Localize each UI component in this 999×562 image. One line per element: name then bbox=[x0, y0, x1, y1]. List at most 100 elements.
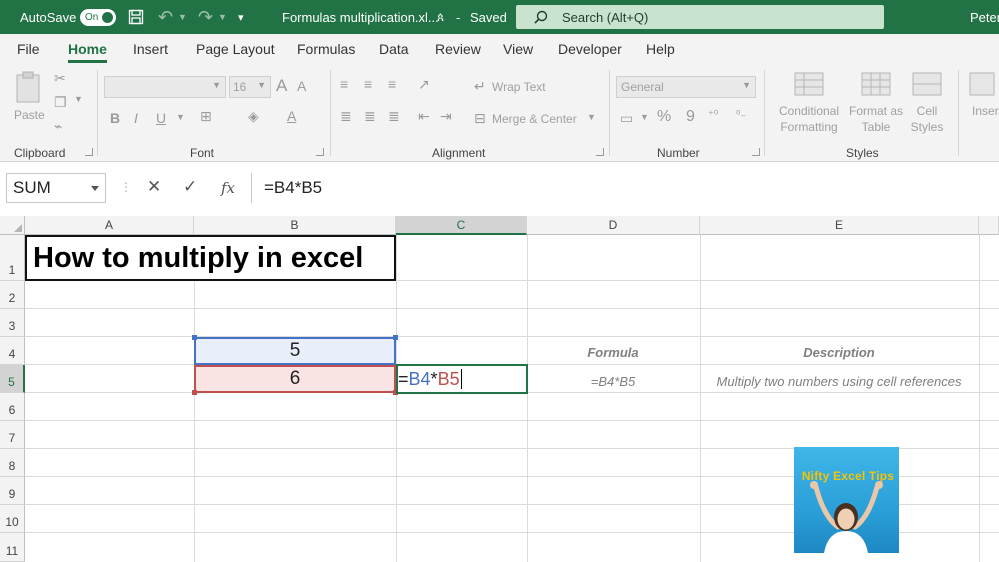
align-right-icon[interactable]: ≣ bbox=[388, 108, 400, 125]
b4-range-handle[interactable] bbox=[393, 335, 398, 340]
comma-style-button[interactable]: 9 bbox=[686, 108, 695, 126]
redo-dropdown-icon[interactable]: ▼ bbox=[218, 0, 227, 34]
autosave-toggle[interactable]: On bbox=[80, 0, 116, 34]
cell-d5-formula-text[interactable]: =B4*B5 bbox=[527, 374, 699, 389]
b5-range-handle[interactable] bbox=[192, 390, 197, 395]
align-bottom-icon[interactable]: ≡ bbox=[388, 76, 396, 92]
font-color-icon[interactable]: A bbox=[287, 108, 296, 124]
enter-icon[interactable]: ✓ bbox=[183, 177, 197, 197]
clipboard-launcher-icon[interactable] bbox=[85, 148, 93, 156]
column-header-e[interactable]: E bbox=[700, 216, 979, 235]
conditional-formatting-button[interactable]: Conditional Formatting bbox=[773, 72, 845, 142]
underline-button[interactable]: U bbox=[156, 110, 166, 126]
row-header-5[interactable]: 5 bbox=[0, 365, 25, 393]
column-header-f[interactable] bbox=[979, 216, 999, 235]
search-box[interactable]: Search (Alt+Q) bbox=[516, 5, 884, 29]
number-format-dropdown[interactable]: General ▼ bbox=[616, 76, 756, 98]
select-all-button[interactable] bbox=[0, 216, 25, 235]
formula-input[interactable]: =B4*B5 bbox=[251, 173, 999, 203]
cell-b4[interactable]: 5 bbox=[194, 337, 396, 365]
format-painter-icon[interactable]: ⌁ bbox=[54, 118, 62, 135]
column-header-b[interactable]: B bbox=[194, 216, 396, 235]
wrap-text-icon[interactable]: ↵ bbox=[474, 78, 486, 95]
merge-icon[interactable]: ⊟ bbox=[474, 110, 486, 127]
insert-cells-button[interactable]: Insert bbox=[966, 72, 999, 142]
tab-help[interactable]: Help bbox=[646, 41, 675, 57]
user-name[interactable]: Peter bbox=[970, 0, 999, 34]
fill-color-icon[interactable]: ◈ bbox=[248, 108, 259, 125]
row-header-2[interactable]: 2 bbox=[0, 281, 25, 309]
insert-function-icon[interactable]: fx bbox=[221, 179, 235, 197]
font-launcher-icon[interactable] bbox=[316, 148, 324, 156]
name-box-dropdown-icon[interactable] bbox=[91, 186, 99, 191]
copy-icon[interactable]: ❐ bbox=[54, 94, 67, 111]
percent-style-button[interactable]: % bbox=[657, 108, 671, 126]
cell-a1-title[interactable]: How to multiply in excel bbox=[25, 235, 396, 281]
accounting-dropdown-icon[interactable]: ▼ bbox=[640, 112, 649, 122]
alignment-launcher-icon[interactable] bbox=[596, 148, 604, 156]
tab-file[interactable]: File bbox=[17, 41, 40, 57]
tab-developer[interactable]: Developer bbox=[558, 41, 622, 57]
italic-button[interactable]: I bbox=[134, 110, 138, 126]
increase-decimal-icon[interactable]: ⁺⁰ bbox=[708, 108, 718, 121]
row-header-8[interactable]: 8 bbox=[0, 449, 25, 477]
formula-bar-grip-icon[interactable]: ⋮ bbox=[120, 180, 132, 194]
undo-dropdown-icon[interactable]: ▼ bbox=[178, 0, 187, 34]
align-top-icon[interactable]: ≡ bbox=[340, 76, 348, 92]
row-header-11[interactable]: 11 bbox=[0, 533, 25, 562]
number-launcher-icon[interactable] bbox=[752, 148, 760, 156]
save-icon[interactable] bbox=[128, 0, 144, 34]
cancel-icon[interactable]: ✕ bbox=[147, 177, 161, 197]
decrease-font-icon[interactable]: A bbox=[297, 78, 306, 94]
nifty-excel-tips-logo[interactable]: Nifty Excel Tips bbox=[794, 447, 899, 553]
cell-b5[interactable]: 6 bbox=[194, 365, 396, 393]
row-header-3[interactable]: 3 bbox=[0, 309, 25, 337]
document-title[interactable]: Formulas multiplication.xl... bbox=[282, 0, 439, 34]
cell-c5-editing[interactable]: = B4 * B5 bbox=[396, 364, 528, 394]
cell-d4-formula-header[interactable]: Formula bbox=[527, 345, 699, 360]
name-box[interactable]: SUM bbox=[6, 173, 106, 203]
redo-icon[interactable]: ↷ bbox=[198, 0, 213, 34]
row-header-4[interactable]: 4 bbox=[0, 337, 25, 365]
underline-dropdown-icon[interactable]: ▼ bbox=[176, 112, 185, 122]
align-left-icon[interactable]: ≣ bbox=[340, 108, 352, 125]
font-size-dropdown[interactable]: 16 ▼ bbox=[229, 76, 271, 98]
tab-data[interactable]: Data bbox=[379, 41, 409, 57]
undo-icon[interactable]: ↶ bbox=[158, 0, 173, 34]
orientation-icon[interactable]: ↗ bbox=[418, 76, 430, 93]
cell-e4-description-header[interactable]: Description bbox=[700, 345, 978, 360]
row-header-1[interactable]: 1 bbox=[0, 235, 25, 281]
bold-button[interactable]: B bbox=[110, 110, 120, 126]
column-header-c[interactable]: C bbox=[396, 216, 527, 235]
row-header-9[interactable]: 9 bbox=[0, 477, 25, 505]
increase-indent-icon[interactable]: ⇥ bbox=[440, 108, 452, 125]
column-header-d[interactable]: D bbox=[527, 216, 700, 235]
copy-dropdown-icon[interactable]: ▼ bbox=[74, 94, 83, 104]
tab-insert[interactable]: Insert bbox=[133, 41, 168, 57]
row-header-6[interactable]: 6 bbox=[0, 393, 25, 421]
customize-toolbar-icon[interactable]: ▾ bbox=[238, 0, 244, 34]
borders-icon[interactable]: ⊞ bbox=[200, 108, 212, 125]
tab-home[interactable]: Home bbox=[68, 41, 107, 63]
tab-view[interactable]: View bbox=[503, 41, 533, 57]
row-header-7[interactable]: 7 bbox=[0, 421, 25, 449]
align-middle-icon[interactable]: ≡ bbox=[364, 76, 372, 92]
wrap-text-button[interactable]: Wrap Text bbox=[492, 80, 546, 94]
format-as-table-button[interactable]: Format as Table bbox=[847, 72, 905, 142]
increase-font-icon[interactable]: A bbox=[276, 76, 287, 96]
tab-page-layout[interactable]: Page Layout bbox=[196, 41, 275, 57]
b4-range-handle[interactable] bbox=[192, 335, 197, 340]
decrease-decimal-icon[interactable]: ⁰₋ bbox=[736, 108, 746, 121]
merge-center-button[interactable]: Merge & Center bbox=[492, 112, 577, 126]
row-header-10[interactable]: 10 bbox=[0, 505, 25, 533]
accounting-format-icon[interactable]: ▭ bbox=[620, 110, 633, 127]
decrease-indent-icon[interactable]: ⇤ bbox=[418, 108, 430, 125]
merge-dropdown-icon[interactable]: ▼ bbox=[587, 112, 596, 122]
tab-review[interactable]: Review bbox=[435, 41, 481, 57]
paste-button[interactable]: Paste bbox=[14, 70, 46, 126]
cut-icon[interactable]: ✂ bbox=[54, 70, 66, 87]
cell-e5-description[interactable]: Multiply two numbers using cell referenc… bbox=[700, 374, 978, 389]
align-center-icon[interactable]: ≣ bbox=[364, 108, 376, 125]
tab-formulas[interactable]: Formulas bbox=[297, 41, 355, 57]
font-name-dropdown[interactable]: ▼ bbox=[104, 76, 226, 98]
